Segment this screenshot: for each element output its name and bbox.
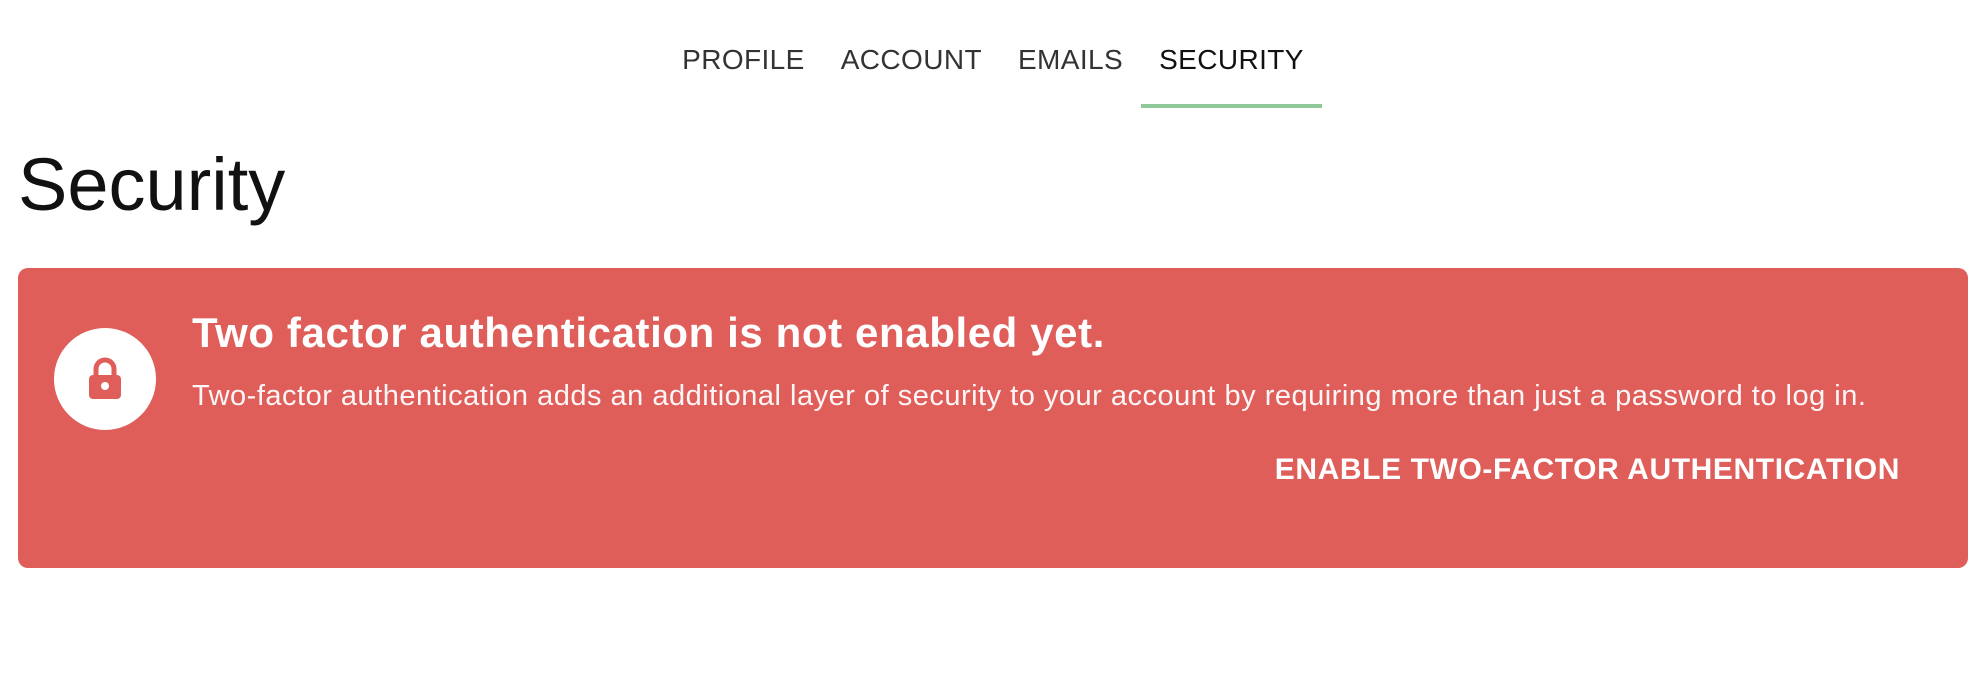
alert-content: Two factor authentication is not enabled… xyxy=(192,308,1914,495)
tab-security-label: SECURITY xyxy=(1159,44,1304,75)
alert-actions: ENABLE TWO-FACTOR AUTHENTICATION xyxy=(192,445,1914,495)
tab-security[interactable]: SECURITY xyxy=(1141,44,1322,108)
enable-two-factor-button[interactable]: ENABLE TWO-FACTOR AUTHENTICATION xyxy=(1261,445,1914,495)
tabs-nav: PROFILE ACCOUNT EMAILS SECURITY xyxy=(0,44,1986,108)
tab-account-label: ACCOUNT xyxy=(840,44,982,75)
lock-icon xyxy=(89,357,121,399)
tab-profile[interactable]: PROFILE xyxy=(664,44,823,108)
two-factor-alert: Two factor authentication is not enabled… xyxy=(18,268,1968,568)
tab-emails-label: EMAILS xyxy=(1017,44,1124,75)
tab-account[interactable]: ACCOUNT xyxy=(823,44,1000,108)
page-title: Security xyxy=(18,143,286,226)
lock-icon-badge xyxy=(54,328,156,430)
alert-title: Two factor authentication is not enabled… xyxy=(192,309,1105,356)
alert-description: Two-factor authentication adds an additi… xyxy=(192,380,1867,413)
tab-profile-label: PROFILE xyxy=(682,44,805,75)
tabs-list: PROFILE ACCOUNT EMAILS SECURITY xyxy=(664,44,1322,108)
tab-emails[interactable]: EMAILS xyxy=(1000,44,1141,108)
